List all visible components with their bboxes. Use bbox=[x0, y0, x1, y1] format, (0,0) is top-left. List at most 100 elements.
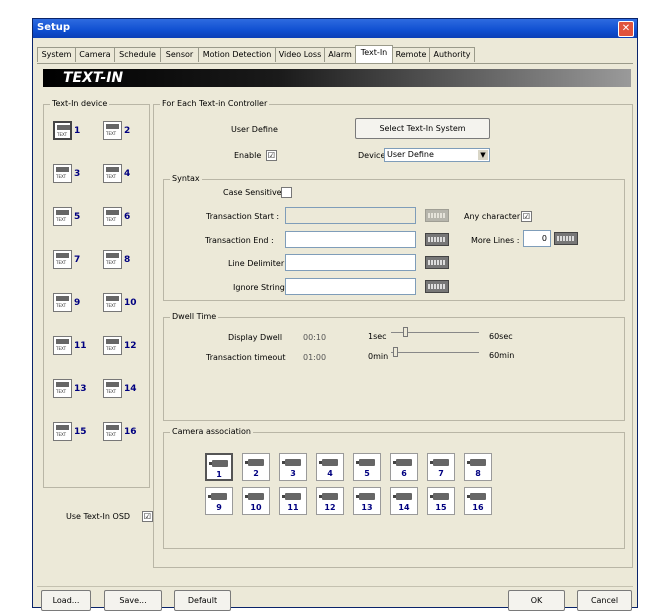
textin-device-number[interactable]: 6 bbox=[124, 212, 130, 222]
display-dwell-slider[interactable] bbox=[391, 327, 479, 337]
more-lines-label: More Lines : bbox=[471, 236, 520, 245]
textin-device-number[interactable]: 5 bbox=[74, 212, 80, 222]
keyboard-icon[interactable] bbox=[425, 280, 449, 293]
textin-device-number[interactable]: 16 bbox=[124, 427, 137, 437]
textin-device-icon[interactable]: TEXT bbox=[53, 379, 72, 398]
slider-thumb[interactable] bbox=[393, 347, 398, 357]
transaction-end-field[interactable] bbox=[285, 231, 416, 248]
textin-device-number[interactable]: 11 bbox=[74, 341, 87, 351]
camera-button[interactable]: 1 bbox=[205, 453, 233, 481]
device-select[interactable]: User Define ▼ bbox=[384, 148, 490, 162]
transaction-end-label: Transaction End : bbox=[205, 236, 274, 245]
case-sensitive-checkbox[interactable] bbox=[281, 187, 292, 198]
camera-button[interactable]: 16 bbox=[464, 487, 492, 515]
transaction-timeout-slider[interactable] bbox=[391, 347, 479, 357]
tab-motion-detection[interactable]: Motion Detection bbox=[198, 47, 276, 62]
camera-number: 11 bbox=[287, 503, 299, 512]
textin-device-icon[interactable]: TEXT bbox=[103, 121, 122, 140]
textin-device-number[interactable]: 4 bbox=[124, 169, 130, 179]
save-button[interactable]: Save... bbox=[104, 590, 162, 611]
tab-text-in[interactable]: Text-In bbox=[355, 45, 393, 63]
textin-device-number[interactable]: 2 bbox=[124, 126, 130, 136]
textin-device-icon[interactable]: TEXT bbox=[53, 207, 72, 226]
camera-button[interactable]: 10 bbox=[242, 487, 270, 515]
textin-device-number[interactable]: 1 bbox=[74, 126, 80, 136]
camera-button[interactable]: 3 bbox=[279, 453, 307, 481]
textin-device-number[interactable]: 14 bbox=[124, 384, 137, 394]
tab-video-loss[interactable]: Video Loss bbox=[275, 47, 325, 62]
tab-alarm[interactable]: Alarm bbox=[324, 47, 356, 62]
textin-device-icon[interactable]: TEXT bbox=[103, 379, 122, 398]
textin-device-icon[interactable]: TEXT bbox=[103, 293, 122, 312]
camera-button[interactable]: 15 bbox=[427, 487, 455, 515]
keyboard-icon[interactable] bbox=[425, 256, 449, 269]
camera-button[interactable]: 4 bbox=[316, 453, 344, 481]
cancel-button[interactable]: Cancel bbox=[577, 590, 632, 611]
textin-device-number[interactable]: 3 bbox=[74, 169, 80, 179]
device-screen bbox=[106, 425, 119, 430]
device-screen bbox=[56, 167, 69, 172]
tab-schedule[interactable]: Schedule bbox=[114, 47, 161, 62]
textin-device-icon[interactable]: TEXT bbox=[53, 164, 72, 183]
camera-button[interactable]: 5 bbox=[353, 453, 381, 481]
textin-device-icon[interactable]: TEXT bbox=[53, 121, 72, 140]
textin-device-icon[interactable]: TEXT bbox=[103, 250, 122, 269]
textin-device-icon[interactable]: TEXT bbox=[53, 422, 72, 441]
more-lines-field[interactable]: 0 bbox=[523, 230, 551, 247]
camera-icon bbox=[248, 493, 264, 500]
device-caption: TEXT bbox=[56, 260, 67, 265]
ignore-string-label: Ignore String : bbox=[233, 283, 291, 292]
camera-lens bbox=[467, 461, 470, 464]
camera-number: 10 bbox=[250, 503, 262, 512]
textin-device-number[interactable]: 12 bbox=[124, 341, 137, 351]
keyboard-icon[interactable] bbox=[554, 232, 578, 245]
textin-device-icon[interactable]: TEXT bbox=[103, 336, 122, 355]
any-character-checkbox[interactable]: ☑ bbox=[521, 211, 532, 222]
slider-thumb[interactable] bbox=[403, 327, 408, 337]
camera-button[interactable]: 6 bbox=[390, 453, 418, 481]
ok-button[interactable]: OK bbox=[508, 590, 565, 611]
camera-button[interactable]: 12 bbox=[316, 487, 344, 515]
camera-button[interactable]: 13 bbox=[353, 487, 381, 515]
camera-lens bbox=[393, 495, 396, 498]
tab-system[interactable]: System bbox=[37, 47, 76, 62]
camera-button[interactable]: 8 bbox=[464, 453, 492, 481]
device-screen bbox=[106, 167, 119, 172]
camera-button[interactable]: 9 bbox=[205, 487, 233, 515]
enable-checkbox[interactable]: ☑ bbox=[266, 150, 277, 161]
camera-button[interactable]: 11 bbox=[279, 487, 307, 515]
textin-device-icon[interactable]: TEXT bbox=[53, 336, 72, 355]
textin-device-number[interactable]: 13 bbox=[74, 384, 87, 394]
ignore-string-field[interactable] bbox=[285, 278, 416, 295]
keyboard-icon[interactable] bbox=[425, 233, 449, 246]
select-textin-system-button[interactable]: Select Text-In System bbox=[355, 118, 490, 139]
textin-device-icon[interactable]: TEXT bbox=[103, 422, 122, 441]
device-caption: TEXT bbox=[106, 174, 117, 179]
transaction-start-field[interactable] bbox=[285, 207, 416, 224]
textin-device-number[interactable]: 10 bbox=[124, 298, 137, 308]
textin-device-icon[interactable]: TEXT bbox=[53, 293, 72, 312]
tab-sensor[interactable]: Sensor bbox=[160, 47, 199, 62]
textin-device-icon[interactable]: TEXT bbox=[103, 164, 122, 183]
camera-button[interactable]: 14 bbox=[390, 487, 418, 515]
textin-device-number[interactable]: 15 bbox=[74, 427, 87, 437]
default-button[interactable]: Default bbox=[174, 590, 231, 611]
enable-label: Enable bbox=[234, 151, 262, 160]
camera-button[interactable]: 2 bbox=[242, 453, 270, 481]
textin-device-number[interactable]: 9 bbox=[74, 298, 80, 308]
use-textin-osd-checkbox[interactable]: ☑ bbox=[142, 511, 153, 522]
textin-device-icon[interactable]: TEXT bbox=[53, 250, 72, 269]
textin-device-number[interactable]: 7 bbox=[74, 255, 80, 265]
tab-authority[interactable]: Authority bbox=[429, 47, 475, 62]
tab-camera[interactable]: Camera bbox=[75, 47, 115, 62]
chevron-down-icon: ▼ bbox=[478, 150, 488, 160]
camera-number: 12 bbox=[324, 503, 336, 512]
textin-device-icon[interactable]: TEXT bbox=[103, 207, 122, 226]
load-button[interactable]: Load... bbox=[41, 590, 91, 611]
camera-button[interactable]: 7 bbox=[427, 453, 455, 481]
line-delimiter-field[interactable] bbox=[285, 254, 416, 271]
tab-remote[interactable]: Remote bbox=[392, 47, 430, 62]
keyboard-icon[interactable] bbox=[425, 209, 449, 222]
textin-device-number[interactable]: 8 bbox=[124, 255, 130, 265]
close-icon[interactable]: ✕ bbox=[618, 21, 634, 37]
